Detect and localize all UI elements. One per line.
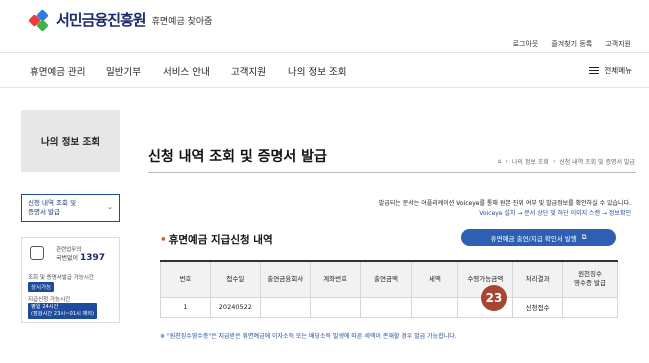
external-link-icon: ⧉ <box>581 233 587 241</box>
nav-my-info[interactable]: 나의 정보 조회 <box>288 64 346 78</box>
sidebar-item-application-history[interactable]: 신청 내역 조회 및 증명서 발급 ⌄ <box>21 194 120 222</box>
cell-number: 1 <box>160 296 211 318</box>
contact-box: 관련업무의 국번없이 1397 조회 및 증명서발급 가능시간 상시가능 지급신… <box>21 237 120 323</box>
logo-subtitle: 휴면예금 찾아줌 <box>151 17 213 27</box>
application-history-table: 번호 접수일 출연금융회사 계좌번호 출연금액 세액 수령가능금액 처리결과 원… <box>160 260 618 318</box>
col-number: 번호 <box>160 260 211 298</box>
nav-service-info[interactable]: 서비스 안내 <box>163 64 210 78</box>
cell-receipt[interactable] <box>562 296 618 318</box>
bookmark-link[interactable]: 즐겨찾기 등록 <box>551 39 592 49</box>
title-divider <box>148 172 636 173</box>
section-title: • 휴면예금 지급신청 내역 <box>160 232 273 247</box>
bullet-icon: • <box>160 234 167 246</box>
cell-institution <box>259 296 311 318</box>
all-menu-button[interactable]: 전체메뉴 <box>589 65 632 76</box>
support-link[interactable]: 고객지원 <box>605 39 631 49</box>
breadcrumb-item-current: 신청 내역 조회 및 증명서 발급 <box>559 159 635 166</box>
nav-dormant-deposit[interactable]: 휴면예금 관리 <box>30 64 85 78</box>
col-receipt: 원천징수 영수증 발급 <box>562 260 618 298</box>
cell-account <box>309 296 361 318</box>
inquiry-hours-label: 조회 및 증명서발급 가능시간 <box>28 275 94 281</box>
logo-text: 서민금융진흥원 <box>56 11 147 29</box>
cell-received-date: 20240522 <box>209 296 261 318</box>
col-result: 처리결과 <box>512 260 564 298</box>
issue-certificate-label: 휴면예금 출연/지급 확인서 발행 <box>490 234 577 243</box>
breadcrumb-item-my-info[interactable]: 나의 정보 조회 <box>512 157 549 166</box>
breadcrumb-separator-icon: › <box>552 158 556 165</box>
contact-number: 1397 <box>80 253 106 263</box>
nav-donation[interactable]: 일반기부 <box>106 64 141 78</box>
nav-customer-support[interactable]: 고객지원 <box>231 64 266 78</box>
col-received-date: 접수일 <box>209 260 261 298</box>
chevron-down-icon: ⌄ <box>107 203 113 211</box>
contact-number-line: 국번없이 1397 <box>56 253 105 263</box>
table-header-row: 번호 접수일 출연금융회사 계좌번호 출연금액 세액 수령가능금액 처리결과 원… <box>160 260 618 298</box>
payment-hours-label: 지급신청 가능시간 <box>28 297 71 303</box>
voiceye-steps: Voiceye 설치 → 문서 상단 및 하단 이미지 스캔 → 정보확인 <box>479 210 631 217</box>
site-logo[interactable]: 서민금융진흥원 휴면예금 찾아줌 <box>28 8 213 32</box>
payment-hours-line2: (점검시간 23시~01시 제외) <box>31 311 95 317</box>
hamburger-icon <box>589 66 600 75</box>
home-icon[interactable]: ⌂ <box>498 158 502 165</box>
sidebar-item-label-2: 증명서 발급 <box>28 208 60 216</box>
top-utility-links: 로그아웃 즐겨찾기 등록 고객지원 <box>513 39 631 49</box>
payment-hours-line1: 평일 24시간 <box>31 304 59 310</box>
cell-amount <box>359 296 413 318</box>
sidebar-title: 나의 정보 조회 <box>21 110 120 172</box>
voiceye-notice: 발급되는 문서는 어플리케이션 Voiceye를 통해 원본 진위 여부 및 발… <box>378 200 631 207</box>
cell-result: 신청접수 <box>512 296 564 318</box>
issue-certificate-button[interactable]: 휴면예금 출연/지급 확인서 발행 ⧉ <box>461 229 616 246</box>
inquiry-hours-badge: 상시가능 <box>28 282 55 292</box>
cell-tax <box>411 296 459 318</box>
section-title-text: 휴면예금 지급신청 내역 <box>168 234 273 246</box>
receipt-footnote: ※ "원천징수영수증"은 지급받은 휴면예금에 이자소득 또는 배당소득 발생에… <box>160 333 457 340</box>
sidebar-item-label-1: 신청 내역 조회 및 <box>28 199 77 207</box>
contact-prefix: 국번없이 <box>56 255 79 262</box>
all-menu-label: 전체메뉴 <box>604 66 632 75</box>
step-number-badge: 23 <box>481 285 507 311</box>
contact-label: 관련업무의 <box>56 247 82 253</box>
col-amount: 출연금액 <box>359 260 413 298</box>
payment-hours-badge: 평일 24시간 (점검시간 23시~01시 제외) <box>28 303 98 319</box>
table-row: 1 20240522 신청접수 <box>160 296 618 318</box>
logout-link[interactable]: 로그아웃 <box>513 39 539 49</box>
breadcrumb: ⌂ › 나의 정보 조회 › 신청 내역 조회 및 증명서 발급 <box>498 157 635 166</box>
global-nav: 휴면예금 관리 일반기부 서비스 안내 고객지원 나의 정보 조회 전체메뉴 <box>0 52 649 88</box>
logo-mark-icon <box>28 8 50 32</box>
col-account: 계좌번호 <box>309 260 361 298</box>
page-title: 신청 내역 조회 및 증명서 발급 <box>148 149 327 165</box>
col-tax: 세액 <box>411 260 459 298</box>
phone-icon <box>30 246 44 260</box>
col-institution: 출연금융회사 <box>259 260 311 298</box>
breadcrumb-separator-icon: › <box>505 158 508 165</box>
